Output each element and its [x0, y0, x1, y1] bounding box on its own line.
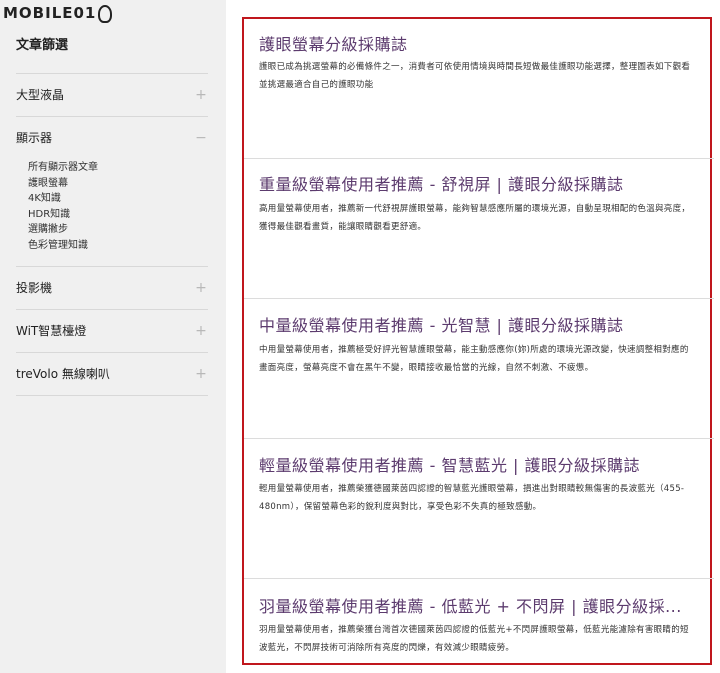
article-description: 輕用量螢幕使用者，推薦榮獲德國萊茵四認證的智慧藍光護眼螢幕，損進出對眼睛較無傷害… — [259, 484, 685, 512]
expand-plus-icon[interactable]: + — [194, 281, 208, 295]
sidebar-category-speaker[interactable]: treVolo 無線喇叭 + — [16, 353, 208, 396]
article-item[interactable]: 重量級螢幕使用者推薦 - 舒視屏 | 護眼分級採購誌 高用量螢幕使用者，推薦新一… — [244, 159, 714, 299]
article-description: 中用量螢幕使用者，推薦極受好評光智慧護眼螢幕，能主動感應你(妳)所處的環境光源改… — [259, 345, 689, 373]
sidebar-category-tv[interactable]: 大型液晶 + — [16, 74, 208, 117]
article-title[interactable]: 中量級螢幕使用者推薦 - 光智慧 | 護眼分級採購誌 — [259, 312, 624, 336]
logo-text: MOBILE01 — [3, 4, 97, 22]
sidebar-title: 文章篩選 — [16, 34, 208, 74]
article-item[interactable]: 羽量級螢幕使用者推薦 - 低藍光 + 不閃屏 | 護眼分級採... 羽用量螢幕使… — [244, 579, 714, 663]
subcategory-link[interactable]: 所有顯示器文章 — [28, 160, 208, 176]
subcategory-link[interactable]: HDR知識 — [28, 207, 208, 223]
category-label: WiT智慧檯燈 — [16, 324, 87, 338]
category-label: treVolo 無線喇叭 — [16, 367, 110, 381]
article-description: 高用量螢幕使用者，推薦新一代舒視屏護眼螢幕，能夠智慧感應所屬的環境光源，自動呈現… — [259, 204, 691, 232]
article-description: 羽用量螢幕使用者，推薦榮獲台灣首次德國萊茵四認證的低藍光+不閃屏護眼螢幕，低藍光… — [259, 625, 689, 653]
sidebar-category-projector[interactable]: 投影機 + — [16, 267, 208, 310]
article-title[interactable]: 輕量級螢幕使用者推薦 - 智慧藍光 | 護眼分級採購誌 — [259, 452, 640, 476]
sidebar-category-lamp[interactable]: WiT智慧檯燈 + — [16, 310, 208, 353]
article-item[interactable]: 護眼螢幕分級採購誌 護眼已成為挑選螢幕的必備條件之一，消費者可依使用情境與時間長… — [244, 19, 714, 159]
site-logo: MOBILE01 — [3, 2, 113, 24]
subcategory-link[interactable]: 選購撇步 — [28, 222, 208, 238]
expand-plus-icon[interactable]: + — [194, 88, 208, 102]
article-item[interactable]: 中量級螢幕使用者推薦 - 光智慧 | 護眼分級採購誌 中用量螢幕使用者，推薦極受… — [244, 299, 714, 439]
article-item[interactable]: 輕量級螢幕使用者推薦 - 智慧藍光 | 護眼分級採購誌 輕用量螢幕使用者，推薦榮… — [244, 439, 714, 579]
monitor-subcategory-list: 所有顯示器文章 護眼螢幕 4K知識 HDR知識 選購撇步 色彩管理知識 — [28, 160, 208, 253]
category-label: 投影機 — [16, 281, 53, 295]
sidebar-category-monitor[interactable]: 顯示器 − 所有顯示器文章 護眼螢幕 4K知識 HDR知識 選購撇步 色彩管理知… — [16, 117, 208, 267]
expand-plus-icon[interactable]: + — [194, 367, 208, 381]
article-title[interactable]: 羽量級螢幕使用者推薦 - 低藍光 + 不閃屏 | 護眼分級採... — [259, 593, 682, 617]
article-description: 護眼已成為挑選螢幕的必備條件之一，消費者可依使用情境與時間長短做最佳護眼功能選擇… — [259, 62, 691, 90]
article-title[interactable]: 重量級螢幕使用者推薦 - 舒視屏 | 護眼分級採購誌 — [259, 171, 624, 195]
article-title[interactable]: 護眼螢幕分級採購誌 — [259, 31, 408, 55]
article-list-panel: 護眼螢幕分級採購誌 護眼已成為挑選螢幕的必備條件之一，消費者可依使用情境與時間長… — [242, 17, 714, 665]
category-label: 大型液晶 — [16, 88, 65, 102]
category-label: 顯示器 — [16, 131, 53, 145]
subcategory-link[interactable]: 護眼螢幕 — [28, 176, 208, 192]
lightbulb-icon — [98, 5, 113, 23]
expand-plus-icon[interactable]: + — [194, 324, 208, 338]
filter-sidebar: 文章篩選 大型液晶 + 顯示器 − 所有顯示器文章 護眼螢幕 4K知識 HDR知… — [16, 34, 208, 396]
subcategory-link[interactable]: 色彩管理知識 — [28, 238, 208, 254]
subcategory-link[interactable]: 4K知識 — [28, 191, 208, 207]
collapse-minus-icon[interactable]: − — [194, 131, 208, 145]
